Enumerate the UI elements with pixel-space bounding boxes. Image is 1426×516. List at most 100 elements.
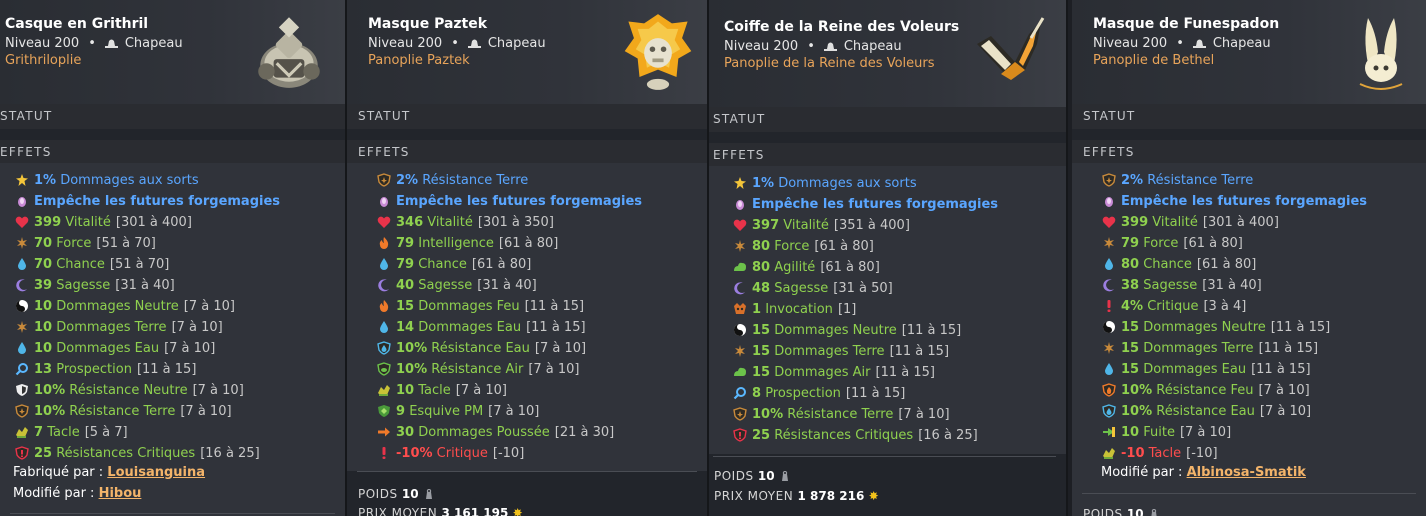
crafted-by-link[interactable]: Louisanguina <box>107 465 205 480</box>
effect-text: 1 Invocation [1] <box>752 299 856 320</box>
effect-value: 399 <box>1121 215 1149 230</box>
chance-icon <box>380 258 388 270</box>
effect-label: Résistance Feu <box>1156 383 1254 398</box>
effect-range: [31 à 40] <box>477 278 537 293</box>
item-image <box>977 17 1045 80</box>
poids-row: POIDS 10 <box>358 487 435 501</box>
effets-section-header[interactable]: EFFETS <box>0 140 345 165</box>
hat-icon <box>823 42 837 51</box>
crafted-by-label: Fabriqué par : <box>13 465 104 480</box>
effect-text: 2% Résistance Terre <box>396 170 528 191</box>
prix-row: PRIX MOYEN 1 878 216 ✸ <box>714 489 879 503</box>
effect-label: Prospection <box>56 362 132 377</box>
effets-section-header[interactable]: EFFETS <box>1072 140 1426 165</box>
footer-divider <box>10 513 335 514</box>
effect-text: Empêche les futures forgemagies <box>396 191 642 212</box>
poids-value: 10 <box>757 469 775 483</box>
effect-text: 79 Chance [61 à 80] <box>396 254 531 275</box>
item-set-link[interactable]: Panoplie Paztek <box>368 53 470 68</box>
effect-range: [11 à 15] <box>901 323 962 338</box>
sagesse-icon <box>1103 279 1114 292</box>
effect-value: 80 <box>1121 257 1140 272</box>
effect-label: Intelligence <box>418 236 494 251</box>
effect-range: [61 à 80] <box>820 260 880 275</box>
effect-range: [301 à 400] <box>1202 215 1279 230</box>
effect-text: 10% Résistance Neutre [7 à 10] <box>34 380 244 401</box>
effect-text: 10 Tacle [7 à 10] <box>396 380 507 401</box>
item-name: Masque de Funespadon <box>1093 16 1280 32</box>
effect-value: 79 <box>396 236 415 251</box>
effect-text: 80 Agilité [61 à 80] <box>752 257 880 278</box>
effets-section-header[interactable]: EFFETS <box>347 140 707 165</box>
weight-icon <box>1151 508 1157 516</box>
effect-label: Force <box>56 236 92 251</box>
critique-icon <box>1107 300 1111 312</box>
effect-label: Vitalité <box>427 215 473 230</box>
effect-label: Empêche les futures forgemagies <box>1121 194 1368 209</box>
intelligence-icon <box>379 237 389 249</box>
effect-text: 80 Force [61 à 80] <box>752 236 874 257</box>
effect-text: 10% Résistance Eau [7 à 10] <box>1121 401 1311 422</box>
item-type: Chapeau <box>1212 36 1271 51</box>
effect-label: Fuite <box>1143 425 1175 440</box>
effect-text: 9 Esquive PM [7 à 10] <box>396 401 539 422</box>
effect-range: [51 à 70] <box>96 236 156 251</box>
force-icon <box>17 237 27 249</box>
effect-label: Dommages Eau <box>56 341 160 356</box>
neutre-icon <box>734 324 746 336</box>
dommages-icon <box>734 177 746 189</box>
statut-section-header[interactable]: STATUT <box>347 104 707 129</box>
poussee-icon <box>378 427 390 437</box>
force-icon <box>17 321 27 333</box>
effect-text: 15 Dommages Terre [11 à 15] <box>752 341 949 362</box>
effect-text: 15 Dommages Eau [11 à 15] <box>1121 359 1311 380</box>
effect-label: Esquive PM <box>409 404 484 419</box>
effect-text: 10% Résistance Terre [7 à 10] <box>34 401 232 422</box>
effect-value: 2% <box>1121 173 1144 188</box>
effect-value: -10 <box>1121 446 1145 461</box>
effect-text: 80 Chance [61 à 80] <box>1121 254 1256 275</box>
force-icon <box>1104 237 1114 249</box>
effect-range: [-10] <box>1186 446 1218 461</box>
modified-by-label: Modifié par : <box>1101 465 1183 480</box>
footer-divider <box>357 471 697 472</box>
effets-section-header[interactable]: EFFETS <box>709 143 1066 168</box>
item-level: Niveau 200 <box>368 36 443 51</box>
effect-label: Dommages Terre <box>774 344 885 359</box>
effect-text: 2% Résistance Terre <box>1121 170 1253 191</box>
effect-label: Résistance Neutre <box>69 383 188 398</box>
effect-range: [11 à 15] <box>889 344 950 359</box>
statut-section-header[interactable]: STATUT <box>709 107 1066 132</box>
effect-value: 39 <box>34 278 53 293</box>
statut-section-header[interactable]: STATUT <box>1072 104 1426 129</box>
item-set-link[interactable]: Grithriloplie <box>5 53 81 68</box>
effect-text: 30 Dommages Poussée [21 à 30] <box>396 422 614 443</box>
effect-value: 10 <box>1121 425 1140 440</box>
effect-label: Sagesse <box>774 281 829 296</box>
forgemagie-icon <box>18 197 26 207</box>
effect-label: Résistance Eau <box>431 341 530 356</box>
effect-text: 15 Dommages Air [11 à 15] <box>752 362 935 383</box>
weight-icon <box>425 488 432 499</box>
effect-label: Force <box>774 239 810 254</box>
item-image <box>258 17 320 88</box>
crafted-by-row: Fabriqué par : Louisanguina <box>13 465 205 480</box>
statut-section-header[interactable]: STATUT <box>0 104 345 129</box>
invocation-icon <box>734 303 746 314</box>
effect-range: [11 à 15] <box>526 320 586 335</box>
effect-text: 38 Sagesse [31 à 40] <box>1121 275 1262 296</box>
effect-range: [61 à 80] <box>1183 236 1243 251</box>
item-type: Chapeau <box>843 39 902 54</box>
effect-range: [31 à 40] <box>115 278 175 293</box>
effect-text: Empêche les futures forgemagies <box>1121 191 1367 212</box>
effect-text: 40 Sagesse [31 à 40] <box>396 275 537 296</box>
item-set-link[interactable]: Panoplie de la Reine des Voleurs <box>724 56 935 71</box>
vitalite-icon <box>1102 216 1116 228</box>
effect-text: 10% Résistance Feu [7 à 10] <box>1121 380 1310 401</box>
modified-by-link[interactable]: Albinosa-Smatik <box>1187 465 1306 480</box>
effect-value: 14 <box>396 320 415 335</box>
modified-by-link[interactable]: Hibou <box>99 486 142 501</box>
prix-value: 3 161 195 <box>441 506 509 516</box>
item-set-link[interactable]: Panoplie de Bethel <box>1093 53 1214 68</box>
effect-value: 70 <box>34 236 53 251</box>
